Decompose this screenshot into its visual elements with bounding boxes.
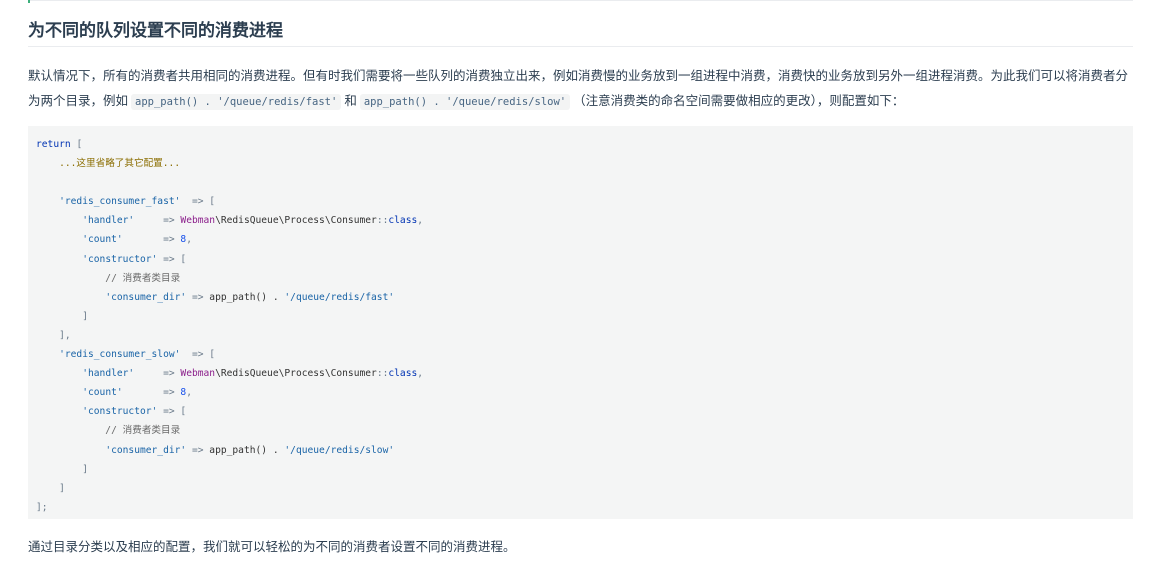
code-token: \RedisQueue\Process\Consumer [215,215,377,227]
code-token: '/queue/redis/slow' [284,444,395,456]
code-token: => [ [180,196,216,208]
inline-code-fast: app_path() . '/queue/redis/fast' [131,94,342,110]
code-line: ] [36,311,88,322]
code-token: ] [36,463,88,475]
code-token: 'consumer_dir' [105,444,187,456]
code-line: ]; [36,502,48,513]
code-line: ] [36,464,88,475]
code-token: ], [36,329,71,341]
code-token: => [186,444,210,456]
code-token: 'handler' [82,215,135,227]
code-token: , [417,368,424,380]
code-token: ...这里省略了其它配置... [36,158,181,170]
code-token: 'count' [82,234,123,246]
code-token: :: [376,215,389,227]
code-token: => [122,387,181,399]
code-token: // 消费者类目录 [36,272,181,284]
code-token: => [134,215,181,227]
code-token: => [186,291,210,303]
code-line: 'redis_consumer_fast' => [ [36,196,215,207]
intro-paragraph: 默认情况下，所有的消费者共用相同的消费进程。但有时我们需要将一些队列的消费独立出… [28,63,1133,115]
code-line: 'consumer_dir' => app_path() . '/queue/r… [36,445,394,456]
code-token: => [ [157,253,187,265]
code-line: 'constructor' => [ [36,406,186,417]
code-token: => [134,368,181,380]
code-token: => [ [157,406,187,418]
code-token: // 消费者类目录 [36,425,181,437]
doc-page: 为不同的队列设置不同的消费进程 默认情况下，所有的消费者共用相同的消费进程。但有… [0,0,1170,564]
code-token: ] [36,310,88,322]
code-token: , [186,234,192,246]
code-token: class [388,215,418,227]
code-token: '/queue/redis/fast' [284,291,395,303]
code-line: ] [36,483,65,494]
code-line: // 消费者类目录 [36,273,180,284]
code-line: ...这里省略了其它配置... [36,158,180,169]
code-line: // 消费者类目录 [36,425,180,436]
code-line: 'count' => 8, [36,234,192,245]
code-line: 'count' => 8, [36,387,192,398]
code-token: Webman [180,368,216,380]
code-token: return [36,139,77,150]
top-divider [28,0,1133,1]
code-token: ] [36,482,65,494]
code-token: 'redis_consumer_fast' [59,196,181,208]
code-token: app_path() . [209,291,285,303]
code-token: => [122,234,181,246]
code-line: return [ [36,139,82,150]
code-token: 'redis_consumer_slow' [59,349,181,361]
code-block[interactable]: return [ ...这里省略了其它配置... 'redis_consumer… [28,126,1133,519]
section-heading: 为不同的队列设置不同的消费进程 [28,19,1133,47]
outro-paragraph: 通过目录分类以及相应的配置，我们就可以轻松的为不同的消费者设置不同的消费进程。 [28,539,516,554]
code-token: app_path() . [209,444,285,456]
inline-code-slow: app_path() . '/queue/redis/slow' [359,94,571,110]
top-accent-marker [28,0,30,3]
code-token: \RedisQueue\Process\Consumer [215,368,377,380]
code-token: :: [376,368,389,380]
code-line: 'consumer_dir' => app_path() . '/queue/r… [36,292,394,303]
code-token: [ [76,139,83,150]
code-token: Webman [180,215,216,227]
code-token: class [388,368,418,380]
code-line: 'handler' => Webman\RedisQueue\Process\C… [36,215,423,226]
code-content[interactable]: return [ ...这里省略了其它配置... 'redis_consumer… [28,126,1133,517]
code-line: ], [36,330,71,341]
code-token: , [417,215,424,227]
code-line: 'handler' => Webman\RedisQueue\Process\C… [36,368,423,379]
code-line: 'constructor' => [ [36,254,186,265]
intro-text-after: （注意消费类的命名空间需要做相应的更改），则配置如下： [573,93,905,108]
intro-text-and: 和 [344,93,357,108]
code-token: 'constructor' [82,406,158,418]
code-token: ]; [36,501,48,513]
code-token: 'constructor' [82,253,158,265]
code-line: 'redis_consumer_slow' => [ [36,349,215,360]
code-token: 'consumer_dir' [105,291,187,303]
code-token: , [186,387,192,399]
code-token: => [ [180,349,216,361]
code-token: 'handler' [82,368,135,380]
code-token: 'count' [82,387,123,399]
